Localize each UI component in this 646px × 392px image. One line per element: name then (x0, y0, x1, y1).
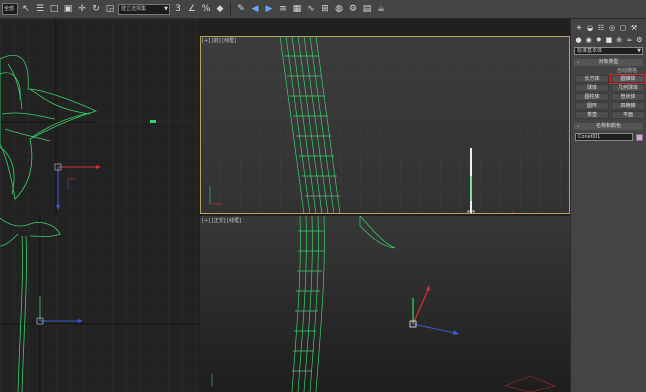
selection-filter-dropdown[interactable]: 全部 (2, 3, 18, 15)
geometry-icon[interactable]: ● (575, 36, 582, 44)
edit-named-selection-icon[interactable]: ✎ (235, 3, 247, 15)
collapse-icon: - (576, 59, 580, 66)
object-name-field[interactable]: Cone001 (575, 133, 633, 141)
display-icon[interactable]: ▢ (619, 24, 627, 32)
spinner-snap-icon[interactable]: ◆ (214, 3, 226, 15)
viewport-orthographic-canvas (200, 216, 570, 392)
geosphere-button[interactable]: 几何球体 (611, 84, 645, 92)
angle-snap-icon[interactable]: ∠ (186, 3, 198, 15)
lights-icon[interactable]: ✹ (595, 36, 602, 44)
rectangular-selection-icon[interactable]: □ (48, 3, 60, 15)
torus-button[interactable]: 圆环 (575, 102, 609, 110)
viewport-front-label[interactable]: [+] [前] [线框] (202, 37, 236, 44)
viewport-top-left-canvas (0, 19, 198, 215)
move-icon[interactable]: ✛ (76, 3, 88, 15)
shapes-icon[interactable]: ◉ (585, 36, 592, 44)
layer-manager-icon[interactable]: ≡ (277, 3, 289, 15)
box-button[interactable]: 长方体 (575, 75, 609, 83)
scale-icon[interactable]: ◲ (104, 3, 116, 15)
autogrid-checkbox[interactable]: 自动栅格 (574, 68, 643, 74)
viewport-area: [+] [前] [线框] [+] [正交] [线框] (0, 19, 570, 392)
reference-coordinate-dropdown[interactable]: 建立选择集 (118, 3, 170, 15)
cameras-icon[interactable]: ■ (605, 36, 613, 44)
schematic-view-icon[interactable]: ⊞ (319, 3, 331, 15)
curve-editor-icon[interactable]: ∿ (305, 3, 317, 15)
object-type-title: 对象类型 (598, 59, 619, 65)
collapse-icon: - (576, 123, 580, 130)
name-color-rollout-header[interactable]: - 名称和颜色 (574, 123, 643, 130)
viewport-top-left[interactable] (0, 19, 198, 215)
main-toolbar: 全部 ↖ ☰ □ ▣ ✛ ↻ ◲ 建立选择集 3 ∠ % ◆ ✎ ◀ ▶ ≡ ▦… (0, 0, 646, 19)
pyramid-button[interactable]: 四棱锥 (611, 102, 645, 110)
name-color-row: Cone001 (575, 133, 643, 141)
render-icon[interactable]: ☕ (375, 3, 387, 15)
snap-icon[interactable]: 3 (172, 3, 184, 15)
viewport-ortho-label[interactable]: [+] [正交] [线框] (202, 217, 241, 224)
viewport-bottom-left[interactable] (0, 216, 198, 392)
object-color-swatch[interactable] (636, 133, 643, 141)
viewport-orthographic[interactable]: [+] [正交] [线框] (200, 216, 570, 392)
cone-button[interactable]: 圆锥体 (610, 74, 646, 84)
hierarchy-icon[interactable]: ☷ (597, 24, 605, 32)
window-crossing-icon[interactable]: ▣ (62, 3, 74, 15)
graphite-tools-icon[interactable]: ▦ (291, 3, 303, 15)
plane-button[interactable]: 平面 (611, 111, 645, 119)
sphere-button[interactable]: 球体 (575, 84, 609, 92)
rendered-frame-icon[interactable]: ▤ (361, 3, 373, 15)
create-icon[interactable]: ☀ (575, 24, 583, 32)
cylinder-button[interactable]: 圆柱体 (575, 93, 609, 101)
rotate-icon[interactable]: ↻ (90, 3, 102, 15)
space-warps-icon[interactable]: ≈ (626, 36, 633, 44)
percent-snap-icon[interactable]: % (200, 3, 212, 15)
mirror-icon[interactable]: ◀ (249, 3, 261, 15)
category-dropdown[interactable]: 标准基本体 (574, 47, 643, 55)
name-color-title: 名称和颜色 (595, 123, 621, 129)
object-type-grid: 长方体 圆锥体 球体 几何球体 圆柱体 管状体 圆环 四棱锥 茶壶 平面 (575, 74, 646, 119)
category-tabs: ● ◉ ✹ ■ ⊕ ≈ ⚙ (571, 33, 646, 45)
tube-button[interactable]: 管状体 (611, 93, 645, 101)
utilities-icon[interactable]: ⚒ (630, 24, 638, 32)
teapot-button[interactable]: 茶壶 (575, 111, 609, 119)
select-object-icon[interactable]: ↖ (20, 3, 32, 15)
toolbar-separator (230, 2, 231, 16)
motion-icon[interactable]: ◎ (608, 24, 616, 32)
helpers-icon[interactable]: ⊕ (616, 36, 623, 44)
object-type-rollout-header[interactable]: - 对象类型 (574, 59, 643, 66)
render-setup-icon[interactable]: ⚙ (347, 3, 359, 15)
systems-icon[interactable]: ⚙ (636, 36, 643, 44)
align-icon[interactable]: ▶ (263, 3, 275, 15)
select-by-name-icon[interactable]: ☰ (34, 3, 46, 15)
command-panel: ☀ ◒ ☷ ◎ ▢ ⚒ ● ◉ ✹ ■ ⊕ ≈ ⚙ 标准基本体 - 对象类型 自… (570, 19, 646, 392)
modify-icon[interactable]: ◒ (586, 24, 594, 32)
viewport-bottom-left-canvas (0, 216, 198, 392)
command-panel-tabs: ☀ ◒ ☷ ◎ ▢ ⚒ (571, 19, 646, 33)
viewport-front[interactable]: [+] [前] [线框] (200, 36, 570, 214)
material-editor-icon[interactable]: ◍ (333, 3, 345, 15)
viewport-front-canvas (200, 36, 570, 214)
